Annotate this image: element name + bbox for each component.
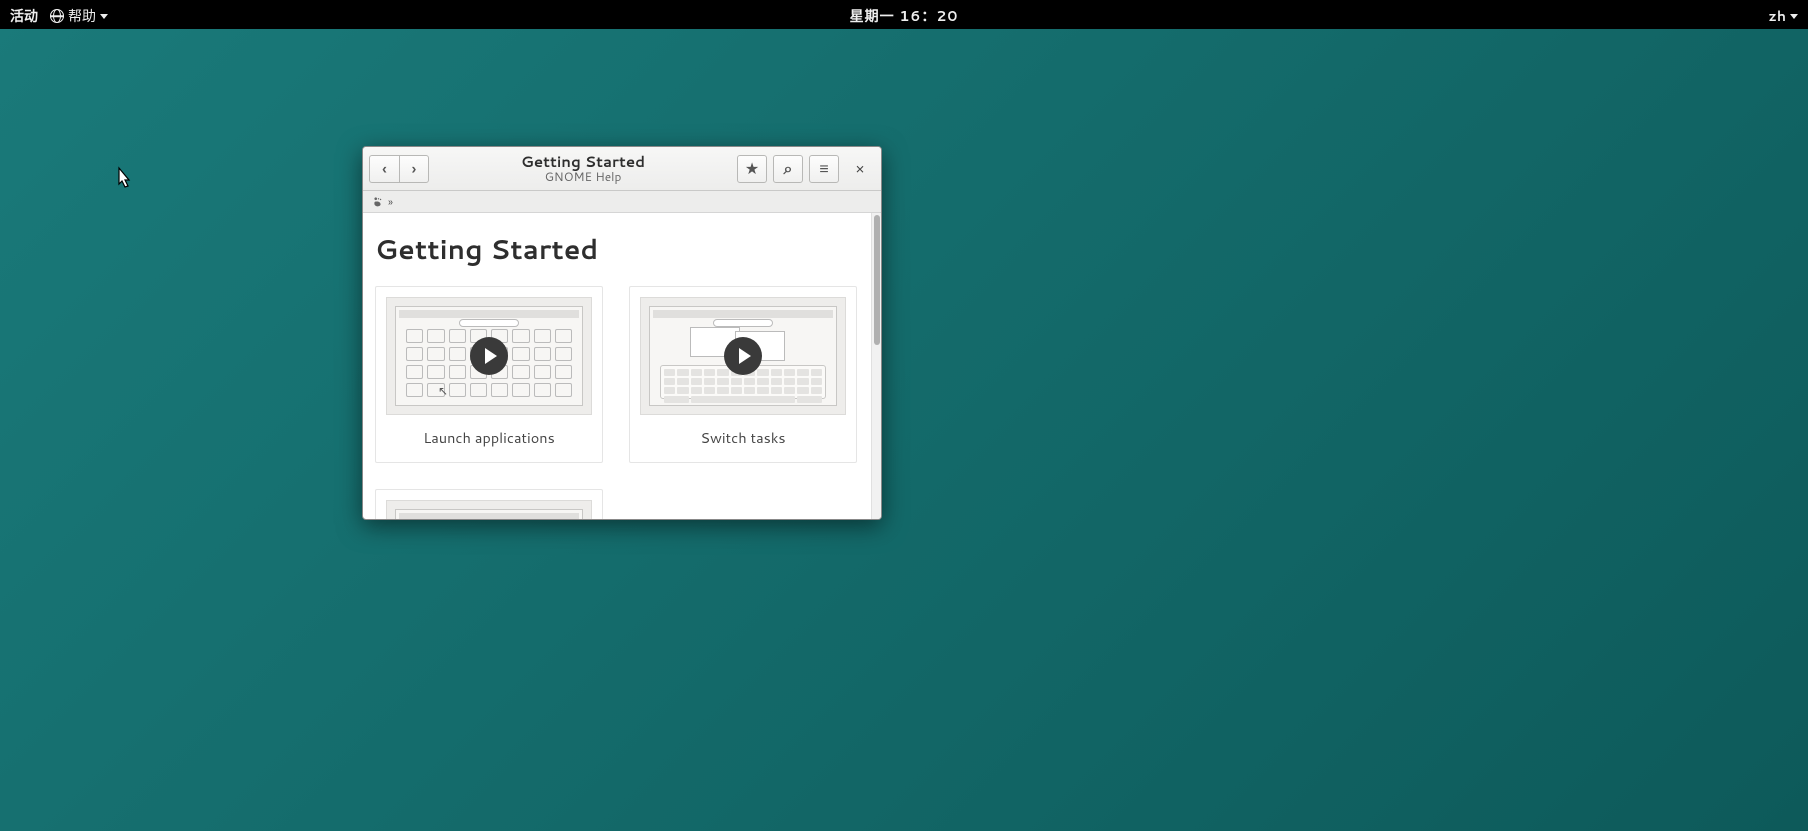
search-icon: ⌕: [784, 157, 793, 180]
card-label: Switch tasks: [640, 427, 846, 448]
forward-button[interactable]: ›: [399, 155, 429, 183]
card-partial[interactable]: [375, 489, 603, 519]
breadcrumb-bar: »: [363, 191, 881, 213]
card-launch-applications[interactable]: ↖ Launch applications: [375, 286, 603, 463]
search-button[interactable]: ⌕: [773, 155, 803, 183]
close-icon: ×: [855, 158, 865, 179]
titlebar[interactable]: ‹ › Getting Started GNOME Help ★ ⌕ ≡ ×: [363, 147, 881, 191]
chevron-down-icon: [1790, 14, 1798, 19]
chevron-down-icon: [100, 14, 108, 19]
card-thumbnail: [386, 500, 592, 519]
app-icon: [50, 9, 64, 23]
help-window: ‹ › Getting Started GNOME Help ★ ⌕ ≡ × »…: [362, 146, 882, 520]
nav-buttons: ‹ ›: [369, 155, 429, 183]
menu-button[interactable]: ≡: [809, 155, 839, 183]
bookmark-button[interactable]: ★: [737, 155, 767, 183]
clock[interactable]: 星期一 16：20: [850, 6, 959, 26]
star-icon: ★: [745, 157, 759, 180]
app-menu[interactable]: 帮助: [50, 6, 108, 26]
app-menu-label: 帮助: [68, 6, 96, 26]
top-panel: 活动 帮助 星期一 16：20 zh: [0, 3, 1808, 29]
activities-button[interactable]: 活动: [10, 6, 38, 26]
input-method-label: zh: [1768, 6, 1786, 26]
window-subtitle: GNOME Help: [435, 170, 731, 183]
gnome-foot-icon[interactable]: [373, 196, 384, 207]
close-button[interactable]: ×: [845, 155, 875, 183]
chevron-right-icon: ›: [412, 159, 416, 179]
play-icon: [724, 337, 762, 375]
hamburger-icon: ≡: [819, 157, 828, 180]
chevron-left-icon: ‹: [382, 159, 386, 179]
card-label: Launch applications: [386, 427, 592, 448]
card-thumbnail: ↖: [386, 297, 592, 415]
breadcrumb-separator: »: [388, 194, 393, 210]
scrollbar[interactable]: [871, 213, 881, 519]
mouse-cursor: [113, 166, 133, 190]
card-switch-tasks[interactable]: Switch tasks: [629, 286, 857, 463]
content-area: Getting Started: [363, 213, 871, 519]
card-thumbnail: [640, 297, 846, 415]
play-icon: [470, 337, 508, 375]
page-heading: Getting Started: [375, 229, 859, 268]
input-method-indicator[interactable]: zh: [1768, 6, 1798, 26]
window-title-area: Getting Started GNOME Help: [435, 154, 731, 184]
scrollbar-thumb[interactable]: [874, 215, 880, 345]
back-button[interactable]: ‹: [369, 155, 399, 183]
